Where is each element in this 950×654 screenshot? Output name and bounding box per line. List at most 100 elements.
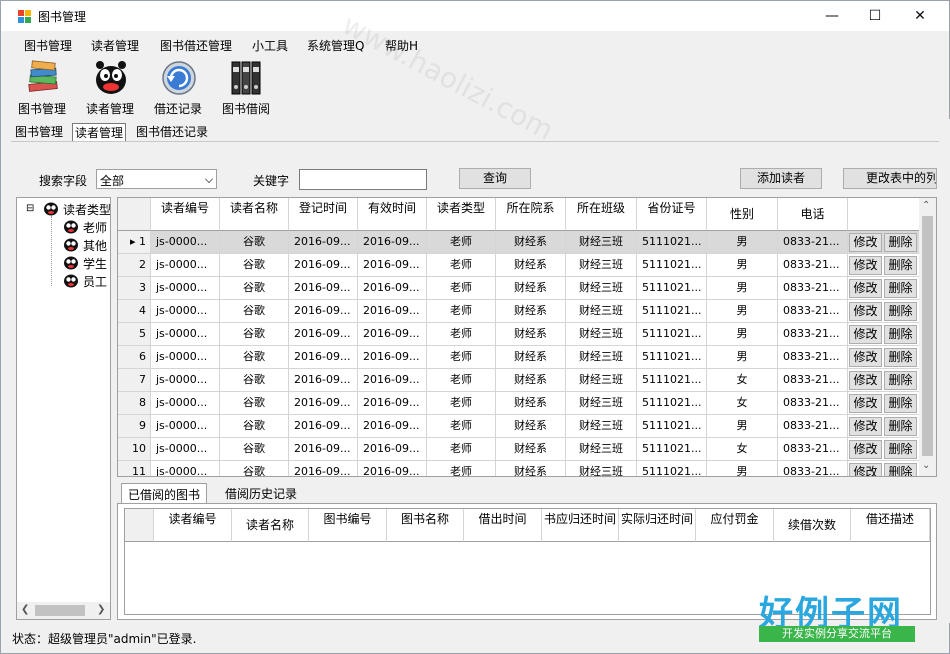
row-number[interactable]: 4 xyxy=(118,300,151,323)
table-cell-sex[interactable]: 女 xyxy=(707,392,778,415)
table-row[interactable]: 8 js-0000... 谷歌 2016-09... 2016-09... 老师 财经系 财经… xyxy=(118,392,920,415)
delete-button[interactable]: 删除 xyxy=(884,256,917,275)
table-cell-card[interactable]: 5111021... xyxy=(637,300,707,323)
table-cell-card[interactable]: 5111021... xyxy=(637,346,707,369)
table-cell-cls[interactable]: 财经三班 xyxy=(566,438,637,461)
edit-button[interactable]: 修改 xyxy=(849,233,882,252)
menu-system[interactable]: 系统管理Q xyxy=(307,37,364,54)
table-cell-name[interactable]: 谷歌 xyxy=(220,438,289,461)
table-cell-tel[interactable]: 0833-21... xyxy=(778,277,848,300)
keyword-input[interactable] xyxy=(299,169,427,190)
row-number[interactable]: 3 xyxy=(118,277,151,300)
table-cell-dept[interactable]: 财经系 xyxy=(496,392,566,415)
column-header[interactable]: 读者编号 xyxy=(151,198,220,231)
table-cell-id[interactable]: js-0000... xyxy=(151,323,220,346)
table-cell-cls[interactable]: 财经三班 xyxy=(566,369,637,392)
column-header[interactable]: 读者名称 xyxy=(232,509,309,542)
table-cell-tel[interactable]: 0833-21... xyxy=(778,323,848,346)
table-cell-tel[interactable]: 0833-21... xyxy=(778,461,848,476)
edit-button[interactable]: 修改 xyxy=(849,302,882,321)
table-cell-name[interactable]: 谷歌 xyxy=(220,231,289,254)
delete-button[interactable]: 删除 xyxy=(884,371,917,390)
table-cell-cls[interactable]: 财经三班 xyxy=(566,323,637,346)
table-cell-reg[interactable]: 2016-09... xyxy=(289,392,358,415)
maximize-button[interactable]: ☐ xyxy=(852,1,898,31)
table-cell-id[interactable]: js-0000... xyxy=(151,254,220,277)
table-cell-valid[interactable]: 2016-09... xyxy=(358,231,427,254)
row-number[interactable]: 10 xyxy=(118,438,151,461)
edit-button[interactable]: 修改 xyxy=(849,463,882,476)
table-row[interactable]: 6 js-0000... 谷歌 2016-09... 2016-09... 老师 财经系 财经… xyxy=(118,346,920,369)
tree-root[interactable]: 读者类型 xyxy=(63,201,110,218)
table-row[interactable]: ▸ 1 js-0000... 谷歌 2016-09... 2016-09... 老师 财经系… xyxy=(118,231,920,254)
table-cell-type[interactable]: 老师 xyxy=(427,323,496,346)
table-cell-type[interactable]: 老师 xyxy=(427,392,496,415)
table-cell-tel[interactable]: 0833-21... xyxy=(778,369,848,392)
column-header[interactable]: 读者类型 xyxy=(427,198,496,231)
column-header[interactable]: 图书编号 xyxy=(309,509,387,542)
menu-borrow-management[interactable]: 图书借还管理 xyxy=(160,37,232,54)
table-cell-tel[interactable]: 0833-21... xyxy=(778,231,848,254)
table-row[interactable]: 4 js-0000... 谷歌 2016-09... 2016-09... 老师 财经系 财经… xyxy=(118,300,920,323)
column-header[interactable]: 所在院系 xyxy=(496,198,566,231)
table-cell-card[interactable]: 5111021... xyxy=(637,438,707,461)
table-cell-type[interactable]: 老师 xyxy=(427,277,496,300)
table-cell-dept[interactable]: 财经系 xyxy=(496,231,566,254)
table-cell-reg[interactable]: 2016-09... xyxy=(289,461,358,476)
table-cell-name[interactable]: 谷歌 xyxy=(220,392,289,415)
column-header[interactable]: 所在班级 xyxy=(566,198,637,231)
table-cell-dept[interactable]: 财经系 xyxy=(496,346,566,369)
table-cell-id[interactable]: js-0000... xyxy=(151,461,220,476)
table-cell-type[interactable]: 老师 xyxy=(427,300,496,323)
delete-button[interactable]: 删除 xyxy=(884,233,917,252)
table-cell-sex[interactable]: 男 xyxy=(707,323,778,346)
table-row[interactable]: 11 js-0000... 谷歌 2016-09... 2016-09... 老师 财经系财… xyxy=(118,461,920,476)
table-cell-tel[interactable]: 0833-21... xyxy=(778,254,848,277)
table-cell-dept[interactable]: 财经系 xyxy=(496,461,566,476)
delete-button[interactable]: 删除 xyxy=(884,463,917,476)
tab-borrow-records[interactable]: 图书借还记录 xyxy=(134,123,210,140)
table-cell-cls[interactable]: 财经三班 xyxy=(566,231,637,254)
delete-button[interactable]: 删除 xyxy=(884,325,917,344)
delete-button[interactable]: 删除 xyxy=(884,417,917,436)
column-header[interactable]: 读者名称 xyxy=(220,198,289,231)
row-number[interactable]: 2 xyxy=(118,254,151,277)
table-cell-name[interactable]: 谷歌 xyxy=(220,300,289,323)
column-header[interactable]: 登记时间 xyxy=(289,198,358,231)
column-header[interactable]: 有效时间 xyxy=(358,198,427,231)
search-field-select[interactable]: 全部 xyxy=(96,169,217,189)
table-cell-type[interactable]: 老师 xyxy=(427,438,496,461)
chevron-left-icon[interactable]: ❮ xyxy=(21,604,29,615)
table-cell-card[interactable]: 5111021... xyxy=(637,231,707,254)
table-cell-reg[interactable]: 2016-09... xyxy=(289,277,358,300)
row-number[interactable]: ▸ 1 xyxy=(118,231,151,254)
table-cell-cls[interactable]: 财经三班 xyxy=(566,300,637,323)
edit-button[interactable]: 修改 xyxy=(849,440,882,459)
table-cell-type[interactable]: 老师 xyxy=(427,254,496,277)
table-row[interactable]: 3 js-0000... 谷歌 2016-09... 2016-09... 老师 财经系 财经… xyxy=(118,277,920,300)
table-cell-reg[interactable]: 2016-09... xyxy=(289,254,358,277)
table-cell-reg[interactable]: 2016-09... xyxy=(289,300,358,323)
table-cell-sex[interactable]: 男 xyxy=(707,254,778,277)
menu-tools[interactable]: 小工具 xyxy=(252,37,288,54)
table-cell-tel[interactable]: 0833-21... xyxy=(778,346,848,369)
table-cell-reg[interactable]: 2016-09... xyxy=(289,415,358,438)
table-cell-id[interactable]: js-0000... xyxy=(151,277,220,300)
table-cell-card[interactable]: 5111021... xyxy=(637,461,707,476)
table-cell-valid[interactable]: 2016-09... xyxy=(358,277,427,300)
table-cell-tel[interactable]: 0833-21... xyxy=(778,300,848,323)
edit-button[interactable]: 修改 xyxy=(849,371,882,390)
column-header[interactable]: 借出时间 xyxy=(464,509,542,542)
edit-button[interactable]: 修改 xyxy=(849,279,882,298)
table-cell-id[interactable]: js-0000... xyxy=(151,392,220,415)
table-row[interactable]: 5 js-0000... 谷歌 2016-09... 2016-09... 老师 财经系 财经… xyxy=(118,323,920,346)
edit-button[interactable]: 修改 xyxy=(849,325,882,344)
table-cell-sex[interactable]: 男 xyxy=(707,415,778,438)
table-cell-reg[interactable]: 2016-09... xyxy=(289,438,358,461)
column-header[interactable]: 借还描述 xyxy=(851,509,930,542)
chevron-up-icon[interactable]: ⌃ xyxy=(922,200,930,211)
table-cell-cls[interactable]: 财经三班 xyxy=(566,461,637,476)
table-cell-valid[interactable]: 2016-09... xyxy=(358,392,427,415)
edit-button[interactable]: 修改 xyxy=(849,417,882,436)
toolbar-reader-management-button[interactable]: 读者管理 xyxy=(77,57,143,117)
